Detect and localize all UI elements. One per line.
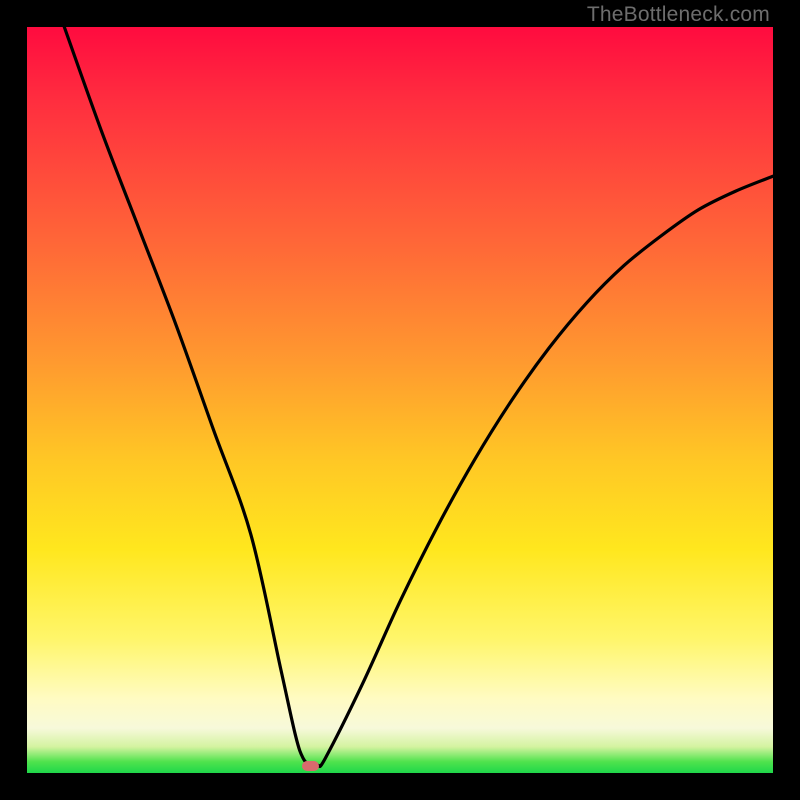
chart-frame: TheBottleneck.com — [0, 0, 800, 800]
bottleneck-curve — [27, 27, 773, 773]
watermark-text: TheBottleneck.com — [587, 3, 770, 27]
minimum-marker — [302, 761, 319, 771]
plot-area — [27, 27, 773, 773]
